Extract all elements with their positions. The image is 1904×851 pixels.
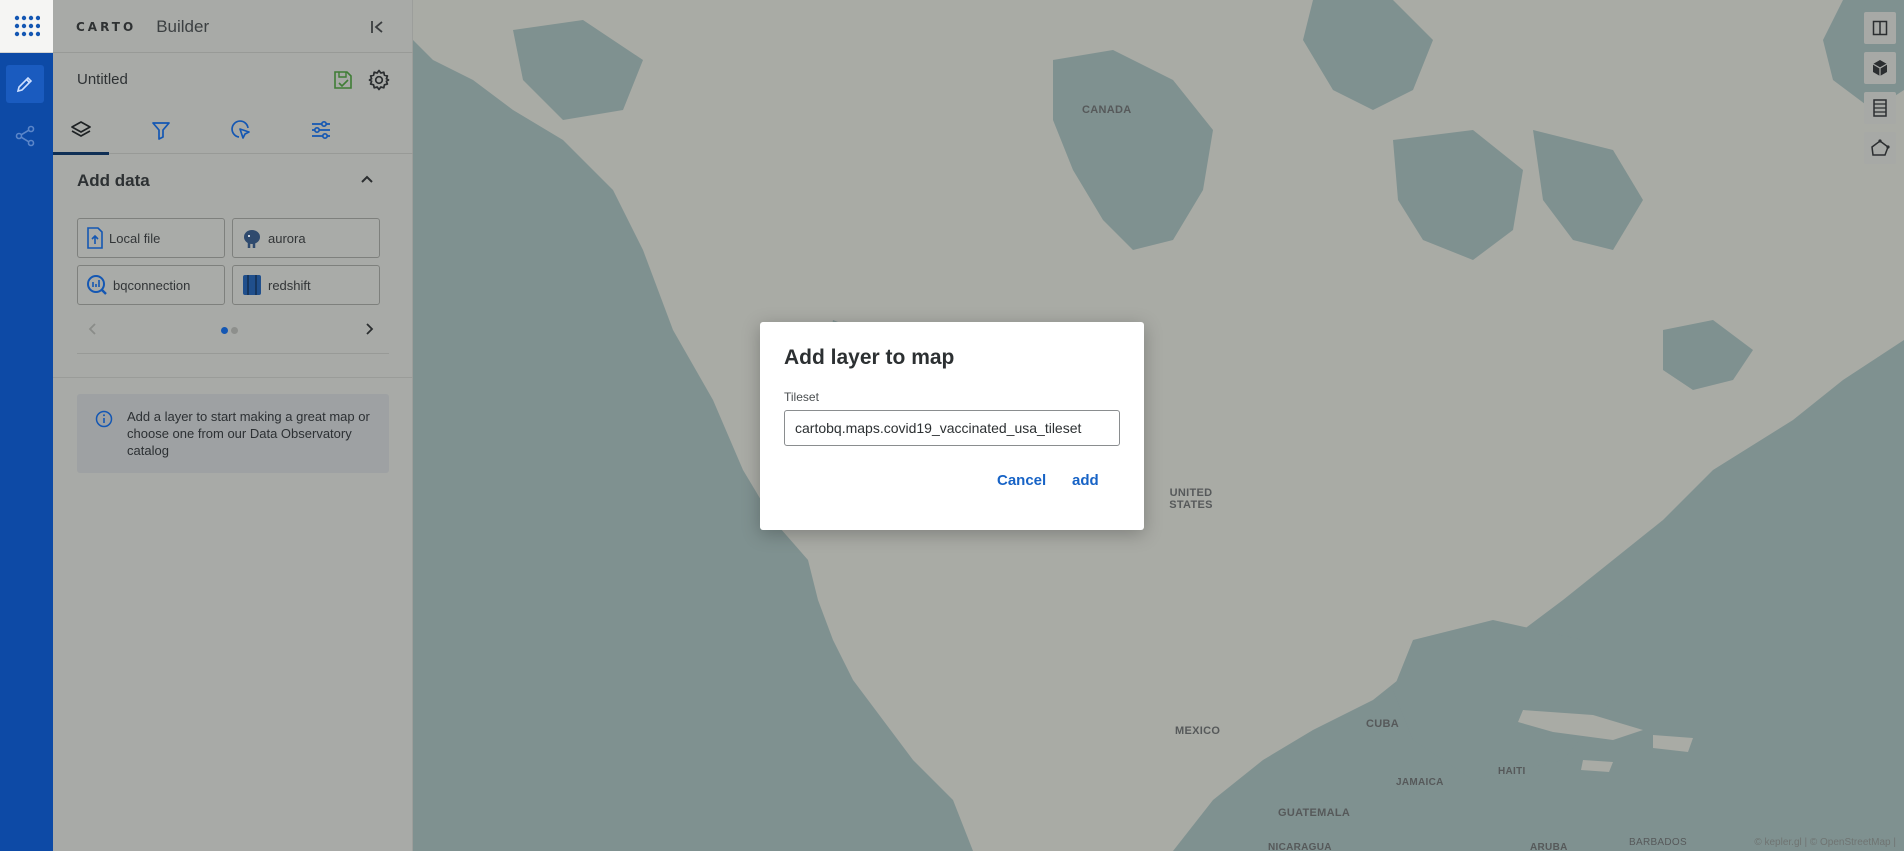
- add-button[interactable]: add: [1072, 472, 1099, 489]
- cancel-button[interactable]: Cancel: [997, 472, 1046, 489]
- dialog-title: Add layer to map: [784, 346, 955, 369]
- tileset-input[interactable]: [784, 410, 1120, 446]
- add-layer-dialog: Add layer to map Tileset Cancel add: [760, 322, 1144, 530]
- tileset-label: Tileset: [784, 390, 819, 404]
